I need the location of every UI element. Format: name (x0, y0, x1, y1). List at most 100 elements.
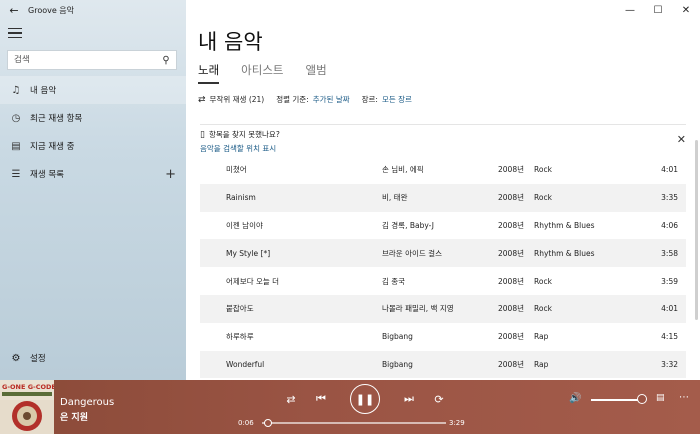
now-playing-title[interactable]: Dangerous (60, 397, 114, 408)
song-year: 2008년 (498, 165, 524, 175)
shuffle-label: 무작위 재생 (21) (209, 95, 265, 104)
song-genre: Rap (534, 332, 549, 342)
song-list: 미쳤어 손 님비, 에픽 2008년 Rock 4:01 Rainism 비, 태완 2008… (200, 156, 686, 379)
table-row[interactable]: 하루하루 Bigbang 2008년 Rap 4:15 (200, 323, 686, 351)
sidebar-item-settings[interactable]: ⚙ 설정 (8, 352, 46, 365)
song-genre: Rock (534, 276, 552, 286)
table-row[interactable]: 이젠 남이야 김 경록, Baby-J 2008년 Rhythm & Blues 4:0… (200, 212, 686, 240)
sidebar-item-now-playing[interactable]: ▤ 지금 재생 중 (0, 132, 186, 160)
table-row[interactable]: 어제보다 오늘 더 김 종국 2008년 Rock 3:59 (200, 267, 686, 295)
close-notice-icon[interactable]: ✕ (677, 133, 686, 146)
song-title: My Style [*] (226, 248, 271, 258)
song-year: 2008년 (498, 193, 524, 203)
song-year: 2008년 (498, 248, 524, 258)
settings-label: 설정 (30, 354, 46, 364)
sidebar-item-label: 지금 재생 중 (30, 142, 75, 152)
missing-music-notice: ▯ 항목을 찾지 못했나요? 음악을 검색할 위치 표시 ✕ (200, 124, 686, 154)
song-duration: 4:01 (661, 304, 678, 314)
pause-button[interactable]: ❚❚ (350, 384, 380, 414)
minimize-icon[interactable]: — (616, 0, 644, 20)
clock-icon: ◷ (11, 112, 21, 124)
song-duration: 3:59 (661, 276, 678, 286)
more-options-icon[interactable]: ⋯ (679, 392, 689, 403)
song-duration: 3:32 (661, 359, 678, 369)
song-year: 2008년 (498, 276, 524, 286)
song-title: 미쳤어 (226, 165, 247, 175)
table-row[interactable]: Wonderful Bigbang 2008년 Rap 3:32 (200, 350, 686, 379)
maximize-icon[interactable]: ☐ (644, 0, 672, 20)
sidebar-nav: ♫ 내 음악 ◷ 최근 재생 항목 ▤ 지금 재생 중 ☰ 재생 목록 + (0, 76, 186, 188)
repeat-icon[interactable]: ⟳ (424, 384, 454, 414)
mini-view-icon[interactable]: ▤ (656, 393, 665, 403)
tab-albums[interactable]: 앨범 (306, 62, 327, 84)
previous-icon[interactable]: ⏮ (306, 384, 336, 414)
app-title: Groove 음악 (28, 5, 75, 15)
sidebar-item-recent[interactable]: ◷ 최근 재생 항목 (0, 104, 186, 132)
song-title: 하루하루 (226, 332, 254, 342)
song-year: 2008년 (498, 332, 524, 342)
shuffle-button[interactable]: ⇄ 무작위 재생 (21) (198, 94, 264, 105)
hamburger-menu-icon[interactable] (8, 28, 22, 38)
back-arrow-icon[interactable]: ← (0, 0, 28, 20)
notice-title-text: 항목을 찾지 못했나요? (208, 130, 280, 139)
song-title: 어제보다 오늘 더 (226, 276, 280, 286)
player-bar: G-ONE G-CODE Dangerous 은 지원 ⇄ ⏮ ❚❚ ⏭ ⟳ 0… (0, 380, 700, 434)
sort-value: 추가된 날짜 (312, 95, 350, 104)
now-playing-artist[interactable]: 은 지원 (60, 410, 88, 423)
volume-icon[interactable]: 🔊 (569, 393, 581, 404)
volume-handle[interactable] (637, 394, 647, 404)
shuffle-toggle-icon[interactable]: ⇄ (276, 384, 306, 414)
total-time: 3:29 (449, 419, 465, 427)
add-playlist-icon[interactable]: + (165, 167, 176, 182)
show-music-location-link[interactable]: 음악을 검색할 위치 표시 (200, 143, 686, 154)
sidebar-item-label: 재생 목록 (30, 170, 64, 180)
sidebar-item-my-music[interactable]: ♫ 내 음악 (0, 76, 186, 104)
table-row[interactable]: 붙잡아도 나몰라 패밀리, 백 지영 2008년 Rock 4:01 (200, 294, 686, 323)
song-title: 이젠 남이야 (226, 220, 263, 230)
seek-bar[interactable] (262, 418, 446, 427)
tab-artists[interactable]: 아티스트 (241, 62, 283, 84)
title-bar: ← Groove 음악 (0, 0, 186, 20)
song-genre: Rock (534, 304, 552, 314)
tab-songs[interactable]: 노래 (198, 62, 220, 84)
notice-title: ▯ 항목을 찾지 못했나요? (200, 129, 686, 140)
search-box[interactable]: ⚲ (7, 50, 177, 70)
genre-dropdown[interactable]: 장르: 모든 장르 (362, 94, 412, 105)
sidebar-item-label: 최근 재생 항목 (30, 114, 83, 124)
genre-label: 장르: (361, 95, 378, 104)
table-row[interactable]: My Style [*] 브라운 아이드 걸스 2008년 Rhythm & Blue… (200, 239, 686, 268)
table-row[interactable]: 미쳤어 손 님비, 에픽 2008년 Rock 4:01 (200, 156, 686, 184)
sidebar: ← Groove 음악 ⚲ ♫ 내 음악 ◷ 최근 재생 항목 ▤ 지금 재생 … (0, 0, 186, 380)
sort-label: 정렬 기준: (276, 95, 309, 104)
song-artist: Bigbang (382, 359, 413, 369)
song-title: 붙잡아도 (226, 304, 254, 314)
sidebar-item-label: 내 음악 (30, 86, 57, 96)
scrollbar[interactable] (695, 140, 698, 320)
tab-bar: 노래 아티스트 앨범 (198, 62, 327, 84)
sort-dropdown[interactable]: 정렬 기준: 추가된 날짜 (276, 94, 349, 105)
seek-handle[interactable] (263, 418, 272, 427)
song-genre: Rap (534, 359, 549, 369)
search-input[interactable] (14, 55, 156, 65)
song-year: 2008년 (498, 359, 524, 369)
song-genre: Rock (534, 165, 552, 175)
song-title: Wonderful (226, 359, 265, 369)
song-year: 2008년 (498, 220, 524, 230)
toolbar: ⇄ 무작위 재생 (21) 정렬 기준: 추가된 날짜 장르: 모든 장르 (198, 94, 424, 105)
table-row[interactable]: Rainism 비, 태완 2008년 Rock 3:35 (200, 183, 686, 212)
close-icon[interactable]: ✕ (672, 0, 700, 20)
song-artist: 김 경록, Baby-J (382, 220, 434, 230)
svg-text:G-ONE G-CODE: G-ONE G-CODE (2, 383, 54, 391)
next-icon[interactable]: ⏭ (394, 384, 424, 414)
song-duration: 4:06 (661, 220, 678, 230)
gear-icon: ⚙ (11, 352, 21, 364)
song-artist: 김 종국 (382, 276, 406, 286)
search-icon[interactable]: ⚲ (156, 55, 176, 66)
song-artist: 브라운 아이드 걸스 (382, 248, 442, 258)
album-art[interactable]: G-ONE G-CODE (0, 380, 54, 434)
page-title: 내 음악 (198, 30, 263, 54)
sidebar-item-playlists[interactable]: ☰ 재생 목록 + (0, 160, 186, 188)
song-genre: Rock (534, 193, 552, 203)
song-year: 2008년 (498, 304, 524, 314)
volume-slider[interactable] (591, 399, 641, 401)
